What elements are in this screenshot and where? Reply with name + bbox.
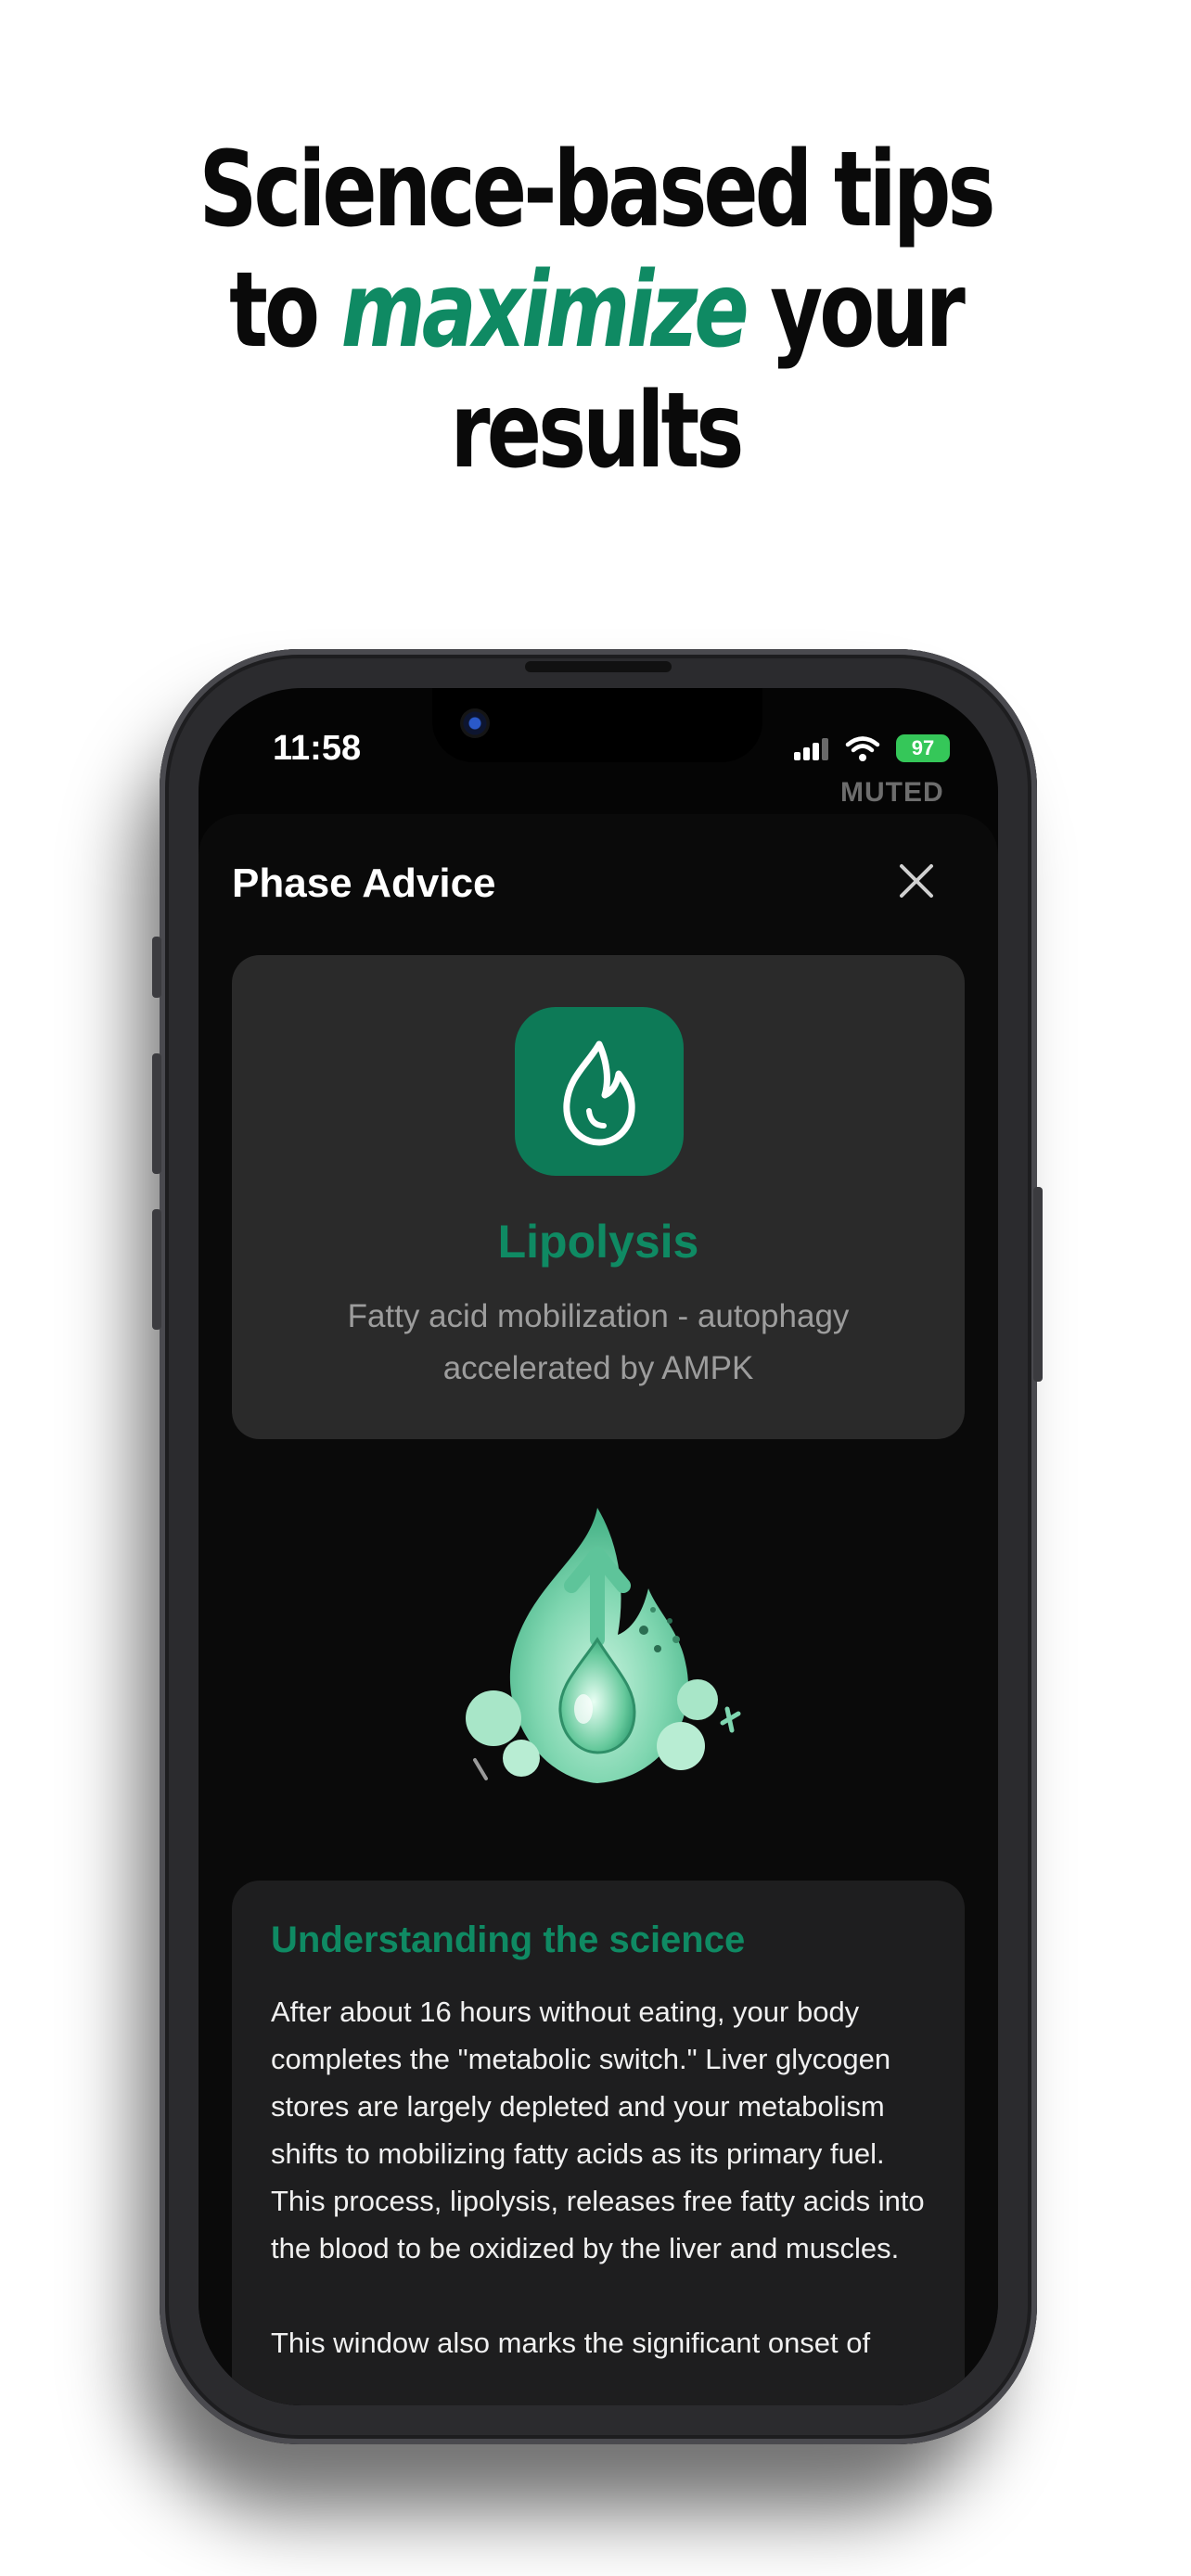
headline-line-2-pre: to [229, 250, 341, 371]
volume-down-button [152, 1209, 161, 1330]
science-title: Understanding the science [271, 1919, 746, 1960]
close-icon[interactable] [896, 861, 937, 901]
cellular-signal-icon [794, 738, 831, 760]
wifi-icon [845, 736, 880, 761]
side-button [1033, 1187, 1043, 1382]
status-bar: 11:58 97 [198, 688, 998, 772]
status-time: 11:58 [273, 729, 362, 768]
mute-switch [152, 937, 161, 998]
sheet-title: Phase Advice [232, 861, 496, 906]
phone-screen: 11:58 97 MUTED Phase Advice Lipolysis Fa… [198, 688, 998, 2405]
science-paragraph-1: After about 16 hours without eating, you… [271, 1996, 925, 2264]
flame-drop-icon [563, 1040, 635, 1146]
headline-line-3: results [450, 371, 745, 491]
phase-icon-tile [515, 1007, 684, 1176]
science-card: Understanding the science After about 16… [232, 1881, 965, 2405]
headline-line-1: Science-based tips [198, 130, 995, 250]
phase-card: Lipolysis Fatty acid mobilization - auto… [232, 955, 965, 1439]
background-peek-text: MUTED [840, 777, 944, 808]
science-body: After about 16 hours without eating, you… [271, 1988, 929, 2405]
phase-advice-sheet: Phase Advice Lipolysis Fatty acid mobili… [198, 814, 998, 2405]
headline: Science-based tips to maximize your resu… [131, 130, 1060, 491]
phase-description: Fatty acid mobilization - autophagy acce… [347, 1298, 850, 1386]
earpiece-speaker [525, 661, 672, 672]
headline-accent: maximize [340, 250, 749, 371]
headline-line-2: to maximize your [131, 250, 1060, 371]
battery-icon: 97 [896, 734, 950, 762]
phase-name: Lipolysis [497, 1216, 699, 1268]
volume-up-button [152, 1053, 161, 1174]
lipolysis-flame-illustration [466, 1508, 741, 1783]
battery-level: 97 [911, 736, 935, 759]
headline-line-2-post: your [745, 250, 966, 371]
science-paragraph-2: This window also marks the significant o… [271, 2327, 871, 2359]
